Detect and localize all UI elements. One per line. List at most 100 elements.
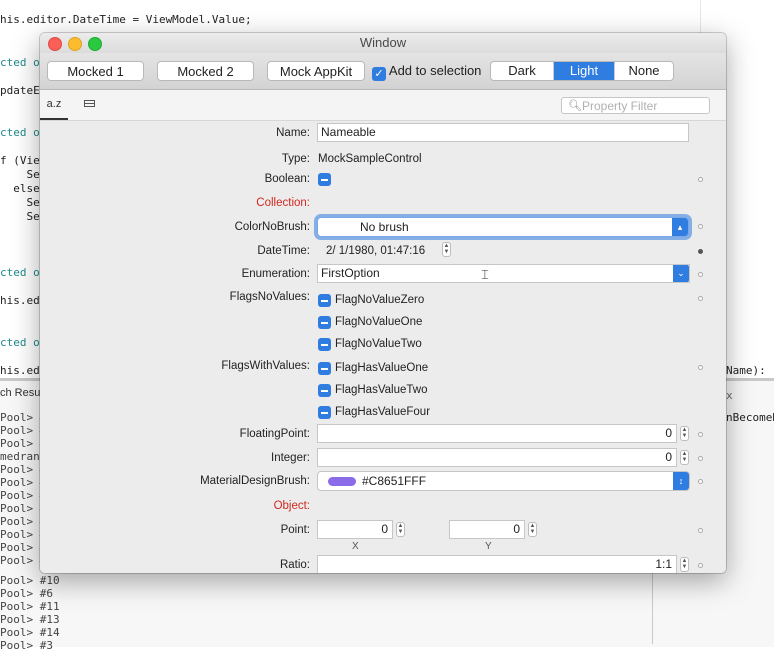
flag-label: FlagNoValueTwo <box>335 338 422 350</box>
search-icon: 🔍︎ <box>568 100 582 112</box>
code-line: his.ed <box>0 364 40 377</box>
property-indicator-dot[interactable] <box>698 224 703 229</box>
window-maximize-button[interactable] <box>88 37 102 51</box>
chevron-updown-icon: ↕ <box>673 472 689 490</box>
code-line: cted o <box>0 266 40 279</box>
flag-label: FlagNoValueZero <box>335 294 425 306</box>
flag-checkbox[interactable] <box>318 406 331 419</box>
floatingpoint-label: FloatingPoint: <box>239 428 310 440</box>
property-indicator-dot[interactable] <box>698 249 703 254</box>
floatingpoint-stepper[interactable]: ▲ ▼ <box>680 426 689 441</box>
flag-label: FlagHasValueOne <box>335 362 429 374</box>
mock-appkit-button[interactable]: Mock AppKit <box>267 61 365 81</box>
colornobrush-value: No brush <box>360 220 409 234</box>
code-line: his.ed <box>0 294 40 307</box>
ratio-stepper[interactable]: ▲ ▼ <box>680 557 689 572</box>
category-view-icon[interactable] <box>84 100 95 107</box>
name-field[interactable]: Nameable <box>317 123 689 142</box>
enumeration-value: FirstOption <box>321 266 380 280</box>
add-to-selection-checkbox[interactable]: ✓ Add to selection <box>372 61 481 81</box>
point-x-stepper[interactable]: ▲ ▼ <box>396 522 405 537</box>
floatingpoint-field[interactable]: 0 <box>317 424 677 443</box>
result-line: Pool> #3 <box>0 639 53 652</box>
window-titlebar[interactable]: Window <box>40 33 726 53</box>
window-title: Window <box>359 35 407 50</box>
property-indicator-dot[interactable] <box>698 563 703 568</box>
window-close-button[interactable] <box>48 37 62 51</box>
type-value: MockSampleControl <box>318 153 422 165</box>
property-indicator-dot[interactable] <box>698 272 703 277</box>
search-results-title[interactable]: ch Resu <box>0 387 40 399</box>
colornobrush-popup[interactable]: No brush ▴ <box>317 217 689 237</box>
chevron-updown-icon: ▴ <box>672 218 688 236</box>
color-swatch <box>328 477 356 486</box>
code-line: cted o <box>0 336 40 349</box>
flag-checkbox[interactable] <box>318 316 331 329</box>
sort-alphabetical-tab[interactable]: a.z <box>40 90 68 120</box>
flagswithvalues-label: FlagsWithValues: <box>221 360 310 372</box>
code-line: pdateE <box>0 84 40 97</box>
datetime-value[interactable]: 2/ 1/1980, 01:47:16 <box>326 245 425 257</box>
type-label: Type: <box>281 153 310 165</box>
materialbrush-value: #C8651FFF <box>362 474 427 488</box>
property-indicator-dot[interactable] <box>698 479 703 484</box>
code-line: else <box>0 182 40 195</box>
result-line: Pool> #6 <box>0 587 53 600</box>
property-window: Window Mocked 1 Mocked 2 Mock AppKit ✓ A… <box>40 33 726 573</box>
integer-field[interactable]: 0 <box>317 448 677 467</box>
flag-label: FlagHasValueTwo <box>335 384 428 396</box>
window-minimize-button[interactable] <box>68 37 82 51</box>
point-label: Point: <box>280 524 310 536</box>
property-indicator-dot[interactable] <box>698 456 703 461</box>
enumeration-label: Enumeration: <box>241 268 310 280</box>
close-icon[interactable]: x <box>726 389 733 402</box>
toolbar: Mocked 1 Mocked 2 Mock AppKit ✓ Add to s… <box>40 53 726 90</box>
property-filter-input[interactable] <box>582 98 706 113</box>
flag-checkbox[interactable] <box>318 338 331 351</box>
point-x-label: X <box>352 541 359 552</box>
boolean-checkbox[interactable] <box>318 173 331 186</box>
result-line: Pool> #11 <box>0 600 60 613</box>
boolean-label: Boolean: <box>264 173 310 185</box>
colornobrush-label: ColorNoBrush: <box>234 221 310 233</box>
property-filter-search: 🔍︎ <box>561 97 710 114</box>
point-y-stepper[interactable]: ▲ ▼ <box>528 522 537 537</box>
result-line: Pool> #13 <box>0 613 60 626</box>
property-indicator-dot[interactable] <box>698 528 703 533</box>
flag-checkbox[interactable] <box>318 294 331 307</box>
point-y-field[interactable]: 0 <box>449 520 525 539</box>
datetime-stepper[interactable]: ▲ ▼ <box>442 242 451 257</box>
flag-label: FlagNoValueOne <box>335 316 423 328</box>
code-line: cted o <box>0 56 40 69</box>
enumeration-select[interactable]: FirstOption ⌄ <box>317 264 690 283</box>
property-filter-bar: a.z 🔍︎ <box>40 90 726 121</box>
chevron-down-icon: ⌄ <box>673 265 689 282</box>
checkmark-icon[interactable]: ✓ <box>372 67 386 81</box>
materialbrush-label: MaterialDesignBrush: <box>200 475 310 487</box>
segment-none[interactable]: None <box>615 62 673 80</box>
integer-label: Integer: <box>271 452 310 464</box>
mocked-1-button[interactable]: Mocked 1 <box>47 61 144 81</box>
object-category-label: Object: <box>273 500 310 512</box>
flag-label: FlagHasValueFour <box>335 406 431 418</box>
ratio-field[interactable]: 1:1 <box>317 555 677 573</box>
property-indicator-dot[interactable] <box>698 177 703 182</box>
ratio-label: Ratio: <box>279 559 310 571</box>
point-y-label: Y <box>485 541 492 552</box>
segment-dark[interactable]: Dark <box>491 62 554 80</box>
flagsnovalues-label: FlagsNoValues: <box>229 291 310 303</box>
datetime-label: DateTime: <box>257 245 310 257</box>
integer-stepper[interactable]: ▲ ▼ <box>680 450 689 465</box>
flag-checkbox[interactable] <box>318 384 331 397</box>
add-to-selection-label: Add to selection <box>388 63 482 78</box>
property-indicator-dot[interactable] <box>698 432 703 437</box>
point-x-field[interactable]: 0 <box>317 520 393 539</box>
property-grid: Name: Nameable Type: MockSampleControl B… <box>40 121 726 573</box>
segment-light[interactable]: Light <box>554 62 615 80</box>
property-indicator-dot[interactable] <box>698 365 703 370</box>
materialbrush-popup[interactable]: #C8651FFF ↕ <box>317 471 690 491</box>
text-cursor-icon: ⌶ <box>481 268 489 283</box>
mocked-2-button[interactable]: Mocked 2 <box>157 61 254 81</box>
property-indicator-dot[interactable] <box>698 296 703 301</box>
flag-checkbox[interactable] <box>318 362 331 375</box>
